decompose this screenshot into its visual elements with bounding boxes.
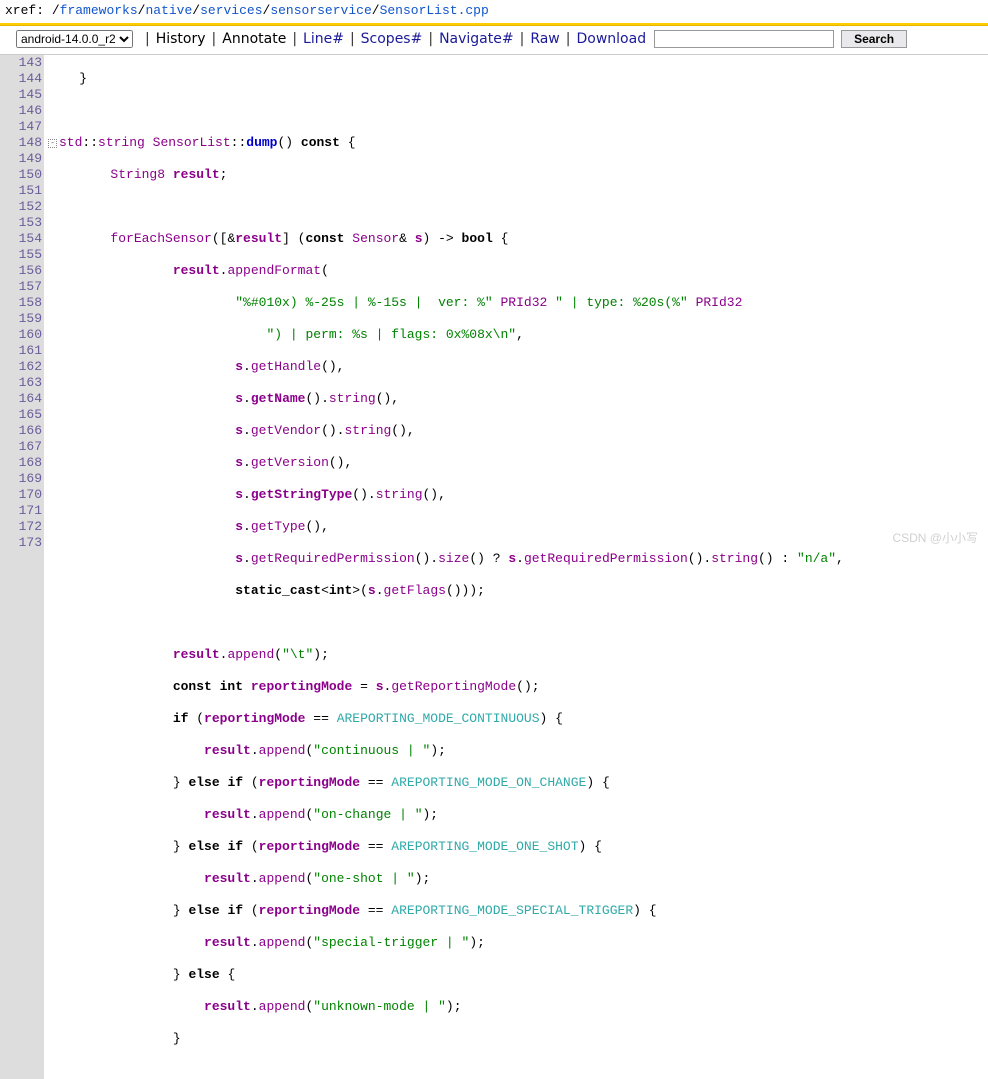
line-number[interactable]: 148	[0, 135, 42, 151]
code-line	[48, 103, 988, 119]
line-number[interactable]: 171	[0, 503, 42, 519]
code-line: } else if (reportingMode == AREPORTING_M…	[48, 775, 988, 791]
search-input[interactable]	[654, 30, 834, 48]
code-viewer: 1431441451461471481491501511521531541551…	[0, 55, 988, 1079]
code-line: result.append("unknown-mode | ");	[48, 999, 988, 1015]
line-number[interactable]: 146	[0, 103, 42, 119]
code-line: static_cast<int>(s.getFlags()));	[48, 583, 988, 599]
line-number[interactable]: 156	[0, 263, 42, 279]
toolbar: android-14.0.0_r2 | History | Annotate |…	[0, 26, 988, 52]
search-button[interactable]: Search	[841, 30, 907, 48]
line-numbers: 1431441451461471481491501511521531541551…	[0, 55, 44, 1079]
line-number[interactable]: 149	[0, 151, 42, 167]
code-line: }	[48, 71, 988, 87]
code-line: result.append("\t");	[48, 647, 988, 663]
watermark: CSDN @小小写	[892, 529, 978, 546]
code-line: result.appendFormat(	[48, 263, 988, 279]
line-number[interactable]: 151	[0, 183, 42, 199]
code-line: result.append("special-trigger | ");	[48, 935, 988, 951]
line-number[interactable]: 166	[0, 423, 42, 439]
line-number[interactable]: 159	[0, 311, 42, 327]
line-number[interactable]: 167	[0, 439, 42, 455]
code-line: } else {	[48, 967, 988, 983]
code-line: result.append("one-shot | ");	[48, 871, 988, 887]
code-line: }	[48, 1031, 988, 1047]
line-number[interactable]: 153	[0, 215, 42, 231]
code-line: s.getStringType().string(),	[48, 487, 988, 503]
line-number[interactable]: 169	[0, 471, 42, 487]
code-line: s.getRequiredPermission().size() ? s.get…	[48, 551, 988, 567]
line-number[interactable]: 143	[0, 55, 42, 71]
fold-icon[interactable]: -	[48, 139, 57, 148]
code-line: } else if (reportingMode == AREPORTING_M…	[48, 839, 988, 855]
line-number[interactable]: 157	[0, 279, 42, 295]
line-number[interactable]: 158	[0, 295, 42, 311]
line-number[interactable]: 172	[0, 519, 42, 535]
breadcrumb-part[interactable]: native	[145, 3, 192, 18]
annotate-link[interactable]: Annotate	[222, 31, 286, 47]
code-line: s.getName().string(),	[48, 391, 988, 407]
code-line: "%#010x) %-25s | %-15s | ver: %" PRId32 …	[48, 295, 988, 311]
breadcrumb-file[interactable]: SensorList.cpp	[380, 3, 489, 18]
download-link[interactable]: Download	[576, 31, 646, 47]
code-line: } else if (reportingMode == AREPORTING_M…	[48, 903, 988, 919]
line-number[interactable]: 173	[0, 535, 42, 551]
code-line: const int reportingMode = s.getReporting…	[48, 679, 988, 695]
code-line: s.getType(),	[48, 519, 988, 535]
code-line: result.append("continuous | ");	[48, 743, 988, 759]
line-number[interactable]: 160	[0, 327, 42, 343]
line-number[interactable]: 170	[0, 487, 42, 503]
code-line	[48, 199, 988, 215]
line-number[interactable]: 145	[0, 87, 42, 103]
line-number[interactable]: 154	[0, 231, 42, 247]
line-number[interactable]: 164	[0, 391, 42, 407]
code-line: String8 result;	[48, 167, 988, 183]
breadcrumb-part[interactable]: sensorservice	[270, 3, 371, 18]
code-line: s.getVendor().string(),	[48, 423, 988, 439]
line-number[interactable]: 144	[0, 71, 42, 87]
line-number[interactable]: 163	[0, 375, 42, 391]
code-line: result.append("on-change | ");	[48, 807, 988, 823]
code-line: forEachSensor([&result] (const Sensor& s…	[48, 231, 988, 247]
code-content: } -std::string SensorList::dump() const …	[44, 55, 988, 1079]
line-number[interactable]: 168	[0, 455, 42, 471]
line-number[interactable]: 155	[0, 247, 42, 263]
line-number[interactable]: 152	[0, 199, 42, 215]
code-line: if (reportingMode == AREPORTING_MODE_CON…	[48, 711, 988, 727]
code-line: s.getHandle(),	[48, 359, 988, 375]
line-number[interactable]: 161	[0, 343, 42, 359]
history-link[interactable]: History	[156, 31, 206, 47]
breadcrumb: xref: /frameworks/native/services/sensor…	[0, 0, 988, 21]
breadcrumb-part[interactable]: frameworks	[60, 3, 138, 18]
raw-link[interactable]: Raw	[530, 31, 559, 47]
code-line: ") | perm: %s | flags: 0x%08x\n",	[48, 327, 988, 343]
breadcrumb-prefix: xref	[5, 3, 36, 18]
navigate-link[interactable]: Navigate#	[439, 31, 514, 47]
line-number[interactable]: 162	[0, 359, 42, 375]
code-line: s.getVersion(),	[48, 455, 988, 471]
line-link[interactable]: Line#	[303, 31, 344, 47]
code-line: -std::string SensorList::dump() const {	[48, 135, 988, 151]
scopes-link[interactable]: Scopes#	[361, 31, 423, 47]
line-number[interactable]: 165	[0, 407, 42, 423]
line-number[interactable]: 147	[0, 119, 42, 135]
line-number[interactable]: 150	[0, 167, 42, 183]
version-select[interactable]: android-14.0.0_r2	[16, 30, 133, 48]
breadcrumb-part[interactable]: services	[200, 3, 262, 18]
code-line	[48, 615, 988, 631]
